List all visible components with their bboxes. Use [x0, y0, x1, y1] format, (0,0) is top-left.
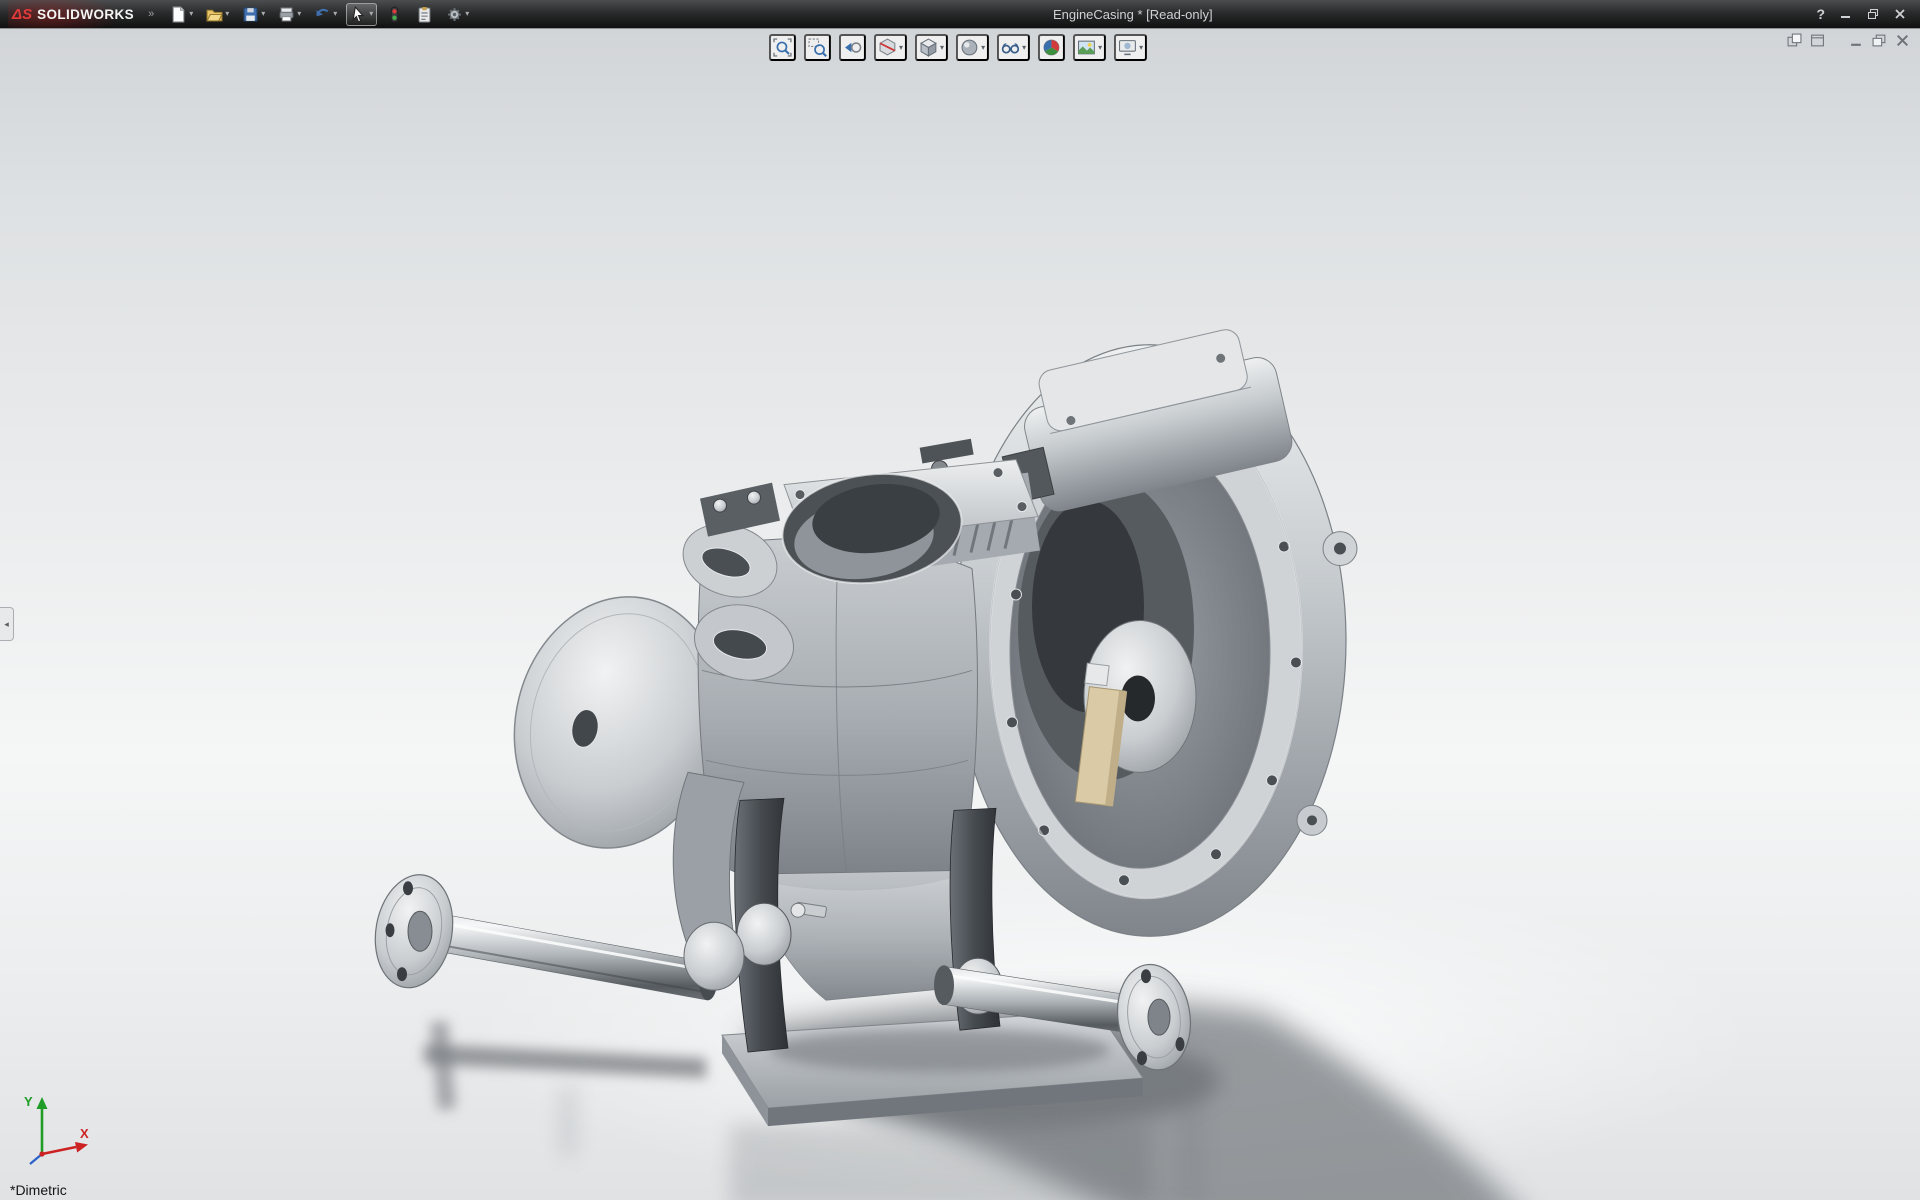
previous-view-icon [845, 42, 862, 53]
top-left-bracket [700, 482, 780, 537]
save-button[interactable]: ▾ [238, 3, 269, 26]
new-document-icon [172, 6, 185, 22]
title-bar: ΔS SOLIDWORKS » ▾ ▾ ▾ ▾ ▾ ▾ ▾ EngineCasi… [0, 0, 1920, 28]
document-minimize-button[interactable] [1849, 33, 1864, 48]
solidworks-logo-mark-icon: ΔS [12, 5, 33, 23]
print-button[interactable]: ▾ [274, 3, 305, 26]
chevron-down-icon: ▾ [1139, 42, 1144, 52]
y-axis-arrow [36, 1097, 48, 1109]
hide-show-glasses-icon [1001, 43, 1020, 54]
hide-show-items-button[interactable]: ▾ [997, 34, 1031, 61]
new-button[interactable]: ▾ [166, 3, 197, 26]
view-orientation-label: *Dimetric [10, 1182, 67, 1198]
graphics-viewport[interactable]: ▾ ▾ ▾ ▾ ▾ ▾ ◂ Y X *Dimetric [0, 28, 1920, 1200]
view-settings-icon [1119, 40, 1137, 56]
quick-access-toolbar: ▾ ▾ ▾ ▾ ▾ ▾ ▾ [166, 2, 473, 26]
restore-button[interactable] [1867, 8, 1879, 20]
new-window-icon [1811, 34, 1824, 47]
minimize-icon [1841, 16, 1850, 18]
close-icon [1895, 9, 1905, 19]
options-gear-icon [448, 7, 462, 21]
open-button[interactable]: ▾ [202, 3, 233, 26]
chevron-down-icon: ▾ [940, 42, 945, 52]
apply-scene-icon [1078, 40, 1096, 55]
open-folder-icon [206, 9, 224, 21]
display-style-button[interactable]: ▾ [956, 34, 990, 61]
zoom-to-area-icon [808, 38, 828, 57]
view-orientation-cube-icon [920, 38, 937, 57]
window-controls: ? [1816, 6, 1912, 22]
section-view-button[interactable]: ▾ [874, 34, 908, 61]
document-close-icon [1896, 34, 1909, 47]
new-window-button[interactable] [1810, 33, 1825, 48]
show-panes-icon [1787, 33, 1802, 47]
file-properties-icon [418, 6, 431, 22]
zoom-to-area-button[interactable] [804, 34, 832, 61]
help-button[interactable]: ? [1816, 6, 1825, 22]
display-style-icon [961, 39, 978, 56]
chevron-down-icon: ▾ [189, 9, 194, 18]
x-axis-arrow [75, 1142, 88, 1153]
view-orientation-button[interactable]: ▾ [915, 34, 949, 61]
view-settings-button[interactable]: ▾ [1114, 34, 1148, 61]
options-button[interactable]: ▾ [442, 3, 473, 26]
headsup-view-toolbar: ▾ ▾ ▾ ▾ ▾ ▾ [769, 34, 1148, 61]
chevron-down-icon: ▾ [981, 42, 986, 52]
rebuild-traffic-light-icon [391, 6, 399, 22]
document-title: EngineCasing * [Read-only] [1052, 6, 1213, 22]
solidworks-logo[interactable]: ΔS SOLIDWORKS [8, 0, 147, 28]
select-button[interactable]: ▾ [346, 2, 378, 26]
close-button[interactable] [1894, 8, 1906, 20]
document-close-button[interactable] [1895, 33, 1910, 48]
chevron-down-icon: ▾ [465, 9, 470, 18]
toolbar-overflow-chevron[interactable]: » [148, 8, 154, 20]
document-restore-button[interactable] [1872, 33, 1887, 48]
solidworks-window: ΔS SOLIDWORKS » ▾ ▾ ▾ ▾ ▾ ▾ ▾ EngineCasi… [0, 0, 1920, 1200]
document-minimize-icon [1851, 43, 1861, 46]
x-axis-label: X [80, 1126, 89, 1141]
chevron-down-icon: ▾ [1098, 42, 1103, 52]
show-panes-button[interactable] [1787, 33, 1802, 48]
chevron-down-icon: ▾ [297, 9, 302, 18]
undo-button[interactable]: ▾ [310, 3, 341, 26]
engine-casing-model[interactable] [0, 29, 1920, 1200]
select-cursor-icon [352, 5, 365, 23]
chevron-down-icon: ▾ [225, 9, 230, 18]
edit-appearance-button[interactable] [1038, 34, 1066, 61]
document-window-controls [1787, 33, 1910, 48]
chevron-down-icon: ▾ [333, 9, 338, 18]
section-view-icon [879, 38, 896, 56]
chevron-down-icon: ▾ [369, 9, 374, 18]
minimize-button[interactable] [1840, 8, 1852, 20]
featuremanager-collapsed-tab[interactable]: ◂ [0, 607, 14, 641]
zoom-to-fit-icon [773, 38, 792, 57]
edit-appearance-ball-icon [1043, 39, 1060, 56]
restore-icon [1868, 9, 1878, 19]
panel-collapse-icon: ◂ [4, 618, 9, 629]
previous-view-button[interactable] [839, 34, 867, 61]
chevron-down-icon: ▾ [261, 9, 266, 18]
save-floppy-icon [243, 7, 258, 21]
print-icon [279, 7, 294, 21]
apply-scene-button[interactable]: ▾ [1073, 34, 1107, 61]
orientation-triad: Y X [24, 1094, 89, 1165]
solidworks-logo-text: SOLIDWORKS [37, 6, 135, 22]
undo-arrow-icon [316, 8, 329, 16]
document-restore-icon [1872, 34, 1886, 47]
chevron-down-icon: ▾ [899, 42, 904, 52]
rebuild-button[interactable] [382, 3, 407, 26]
y-axis-label: Y [24, 1094, 33, 1109]
file-properties-button[interactable] [412, 3, 437, 26]
zoom-to-fit-button[interactable] [769, 34, 797, 61]
triad-origin [39, 1151, 45, 1157]
chevron-down-icon: ▾ [1022, 42, 1027, 52]
